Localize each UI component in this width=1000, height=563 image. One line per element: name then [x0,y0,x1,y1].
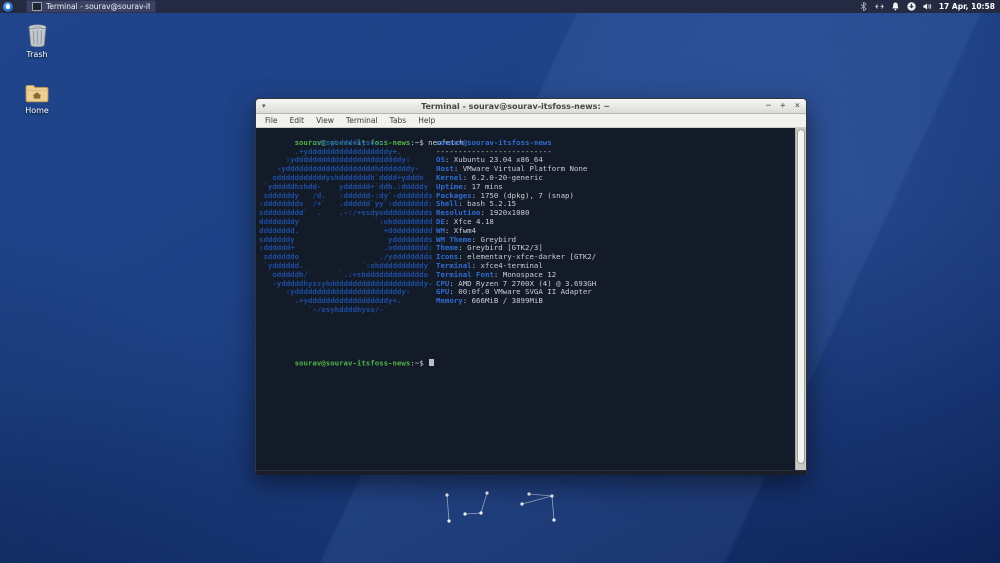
terminal-scrollbar[interactable] [795,128,806,470]
window-titlebar[interactable]: ▾ Terminal - sourav@sourav-itsfoss-news:… [256,99,806,114]
volume-icon[interactable] [923,2,932,11]
applications-menu-icon[interactable] [3,1,13,12]
menu-tabs[interactable]: Tabs [384,116,413,125]
updater-icon[interactable] [907,2,916,11]
terminal-cursor [429,358,434,367]
color-palette-row-1 [436,315,596,324]
menu-edit[interactable]: Edit [284,116,311,125]
desktop-icon-home[interactable]: Home [13,84,61,115]
desktop: Terminal - sourav@sourav-it... 17 Apr, 1… [0,0,1000,563]
network-icon[interactable] [875,2,884,11]
color-palette-row-2 [436,324,596,333]
home-folder-icon [25,84,49,103]
panel-clock[interactable]: 17 Apr, 10:58 [939,2,995,11]
prompt-line-current: sourav@sourav-itsfoss-news:~$ [259,350,434,367]
taskbar-item-label: Terminal - sourav@sourav-it... [46,2,150,11]
minimize-button[interactable]: − [766,101,771,111]
system-tray: 17 Apr, 10:58 [859,2,1000,11]
menu-view[interactable]: View [310,116,340,125]
home-label: Home [25,106,49,115]
bluetooth-icon[interactable] [859,2,868,11]
window-bottom-border [256,470,806,475]
neofetch-info: sourav@sourav-itsfoss-news --------------… [436,138,596,333]
desktop-icon-trash[interactable]: Trash [13,24,61,59]
terminal-window: ▾ Terminal - sourav@sourav-itsfoss-news:… [255,98,807,475]
menu-help[interactable]: Help [412,116,441,125]
close-button[interactable]: × [795,101,800,111]
terminal-content[interactable]: sourav@sourav-itsfoss-news:~$ neofetch `… [256,128,806,470]
neofetch-ascii-art: `-/osyhddddhyso/-` .+ydddddddddddddddddd… [259,137,433,314]
trash-icon [27,24,47,47]
window-title: Terminal - sourav@sourav-itsfoss-news: ~ [421,101,611,111]
maximize-button[interactable]: + [780,101,785,111]
trash-label: Trash [26,50,48,59]
notifications-bell-icon[interactable] [891,2,900,11]
taskbar-item-terminal[interactable]: Terminal - sourav@sourav-it... [26,0,156,13]
terminal-icon [32,2,42,11]
menubar: File Edit View Terminal Tabs Help [256,114,806,128]
menu-file[interactable]: File [259,116,284,125]
scrollbar-thumb[interactable] [797,129,805,465]
menu-terminal[interactable]: Terminal [340,116,384,125]
top-panel: Terminal - sourav@sourav-it... 17 Apr, 1… [0,0,1000,13]
